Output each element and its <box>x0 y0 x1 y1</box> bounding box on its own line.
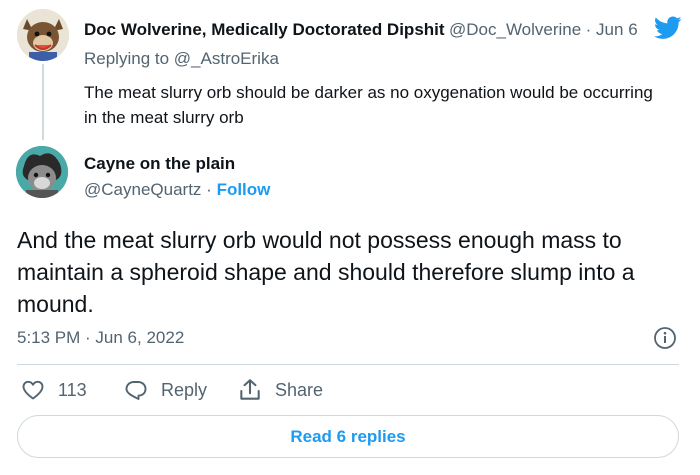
like-count: 113 <box>58 379 87 400</box>
parent-timestamp[interactable]: · Jun 6 <box>586 20 638 39</box>
main-author-name[interactable]: Cayne on the plain <box>84 154 235 174</box>
parent-author-handle[interactable]: @Doc_Wolverine <box>449 20 581 39</box>
info-icon[interactable] <box>653 326 677 350</box>
share-button[interactable]: Share <box>237 377 323 403</box>
parent-avatar[interactable] <box>17 9 69 61</box>
share-label: Share <box>275 379 324 400</box>
follow-link[interactable]: Follow <box>217 180 271 199</box>
read-replies-label: Read 6 replies <box>290 426 406 446</box>
share-icon <box>237 377 263 403</box>
reply-label: Reply <box>161 379 208 400</box>
twitter-bird-icon[interactable] <box>650 16 684 42</box>
replying-handle-link[interactable]: @_AstroErika <box>174 49 279 68</box>
parent-header: Doc Wolverine, Medically Doctorated Dips… <box>84 20 674 44</box>
read-replies-button[interactable]: Read 6 replies <box>17 415 679 458</box>
parent-tweet-text: The meat slurry orb should be darker as … <box>84 83 653 127</box>
main-author-handle[interactable]: @CayneQuartz <box>84 180 201 199</box>
main-avatar[interactable] <box>16 146 68 198</box>
thread-connector <box>42 64 44 140</box>
replying-label: Replying to <box>84 49 170 68</box>
cat-avatar-icon <box>16 146 68 198</box>
action-divider <box>17 364 679 365</box>
reply-icon <box>123 378 149 402</box>
wolverine-avatar-icon <box>17 9 69 61</box>
replying-to: Replying to @_AstroErika <box>84 49 279 69</box>
like-button[interactable]: 113 <box>20 378 87 402</box>
reply-button[interactable]: Reply <box>123 378 207 402</box>
parent-author-name[interactable]: Doc Wolverine, Medically Doctorated Dips… <box>84 20 445 39</box>
separator-dot: · <box>206 180 212 199</box>
heart-icon <box>20 378 46 402</box>
main-author-meta: @CayneQuartz · Follow <box>84 180 270 200</box>
main-tweet-text: And the meat slurry orb would not posses… <box>17 227 635 317</box>
tweet-timestamp[interactable]: 5:13 PM · Jun 6, 2022 <box>17 328 184 348</box>
